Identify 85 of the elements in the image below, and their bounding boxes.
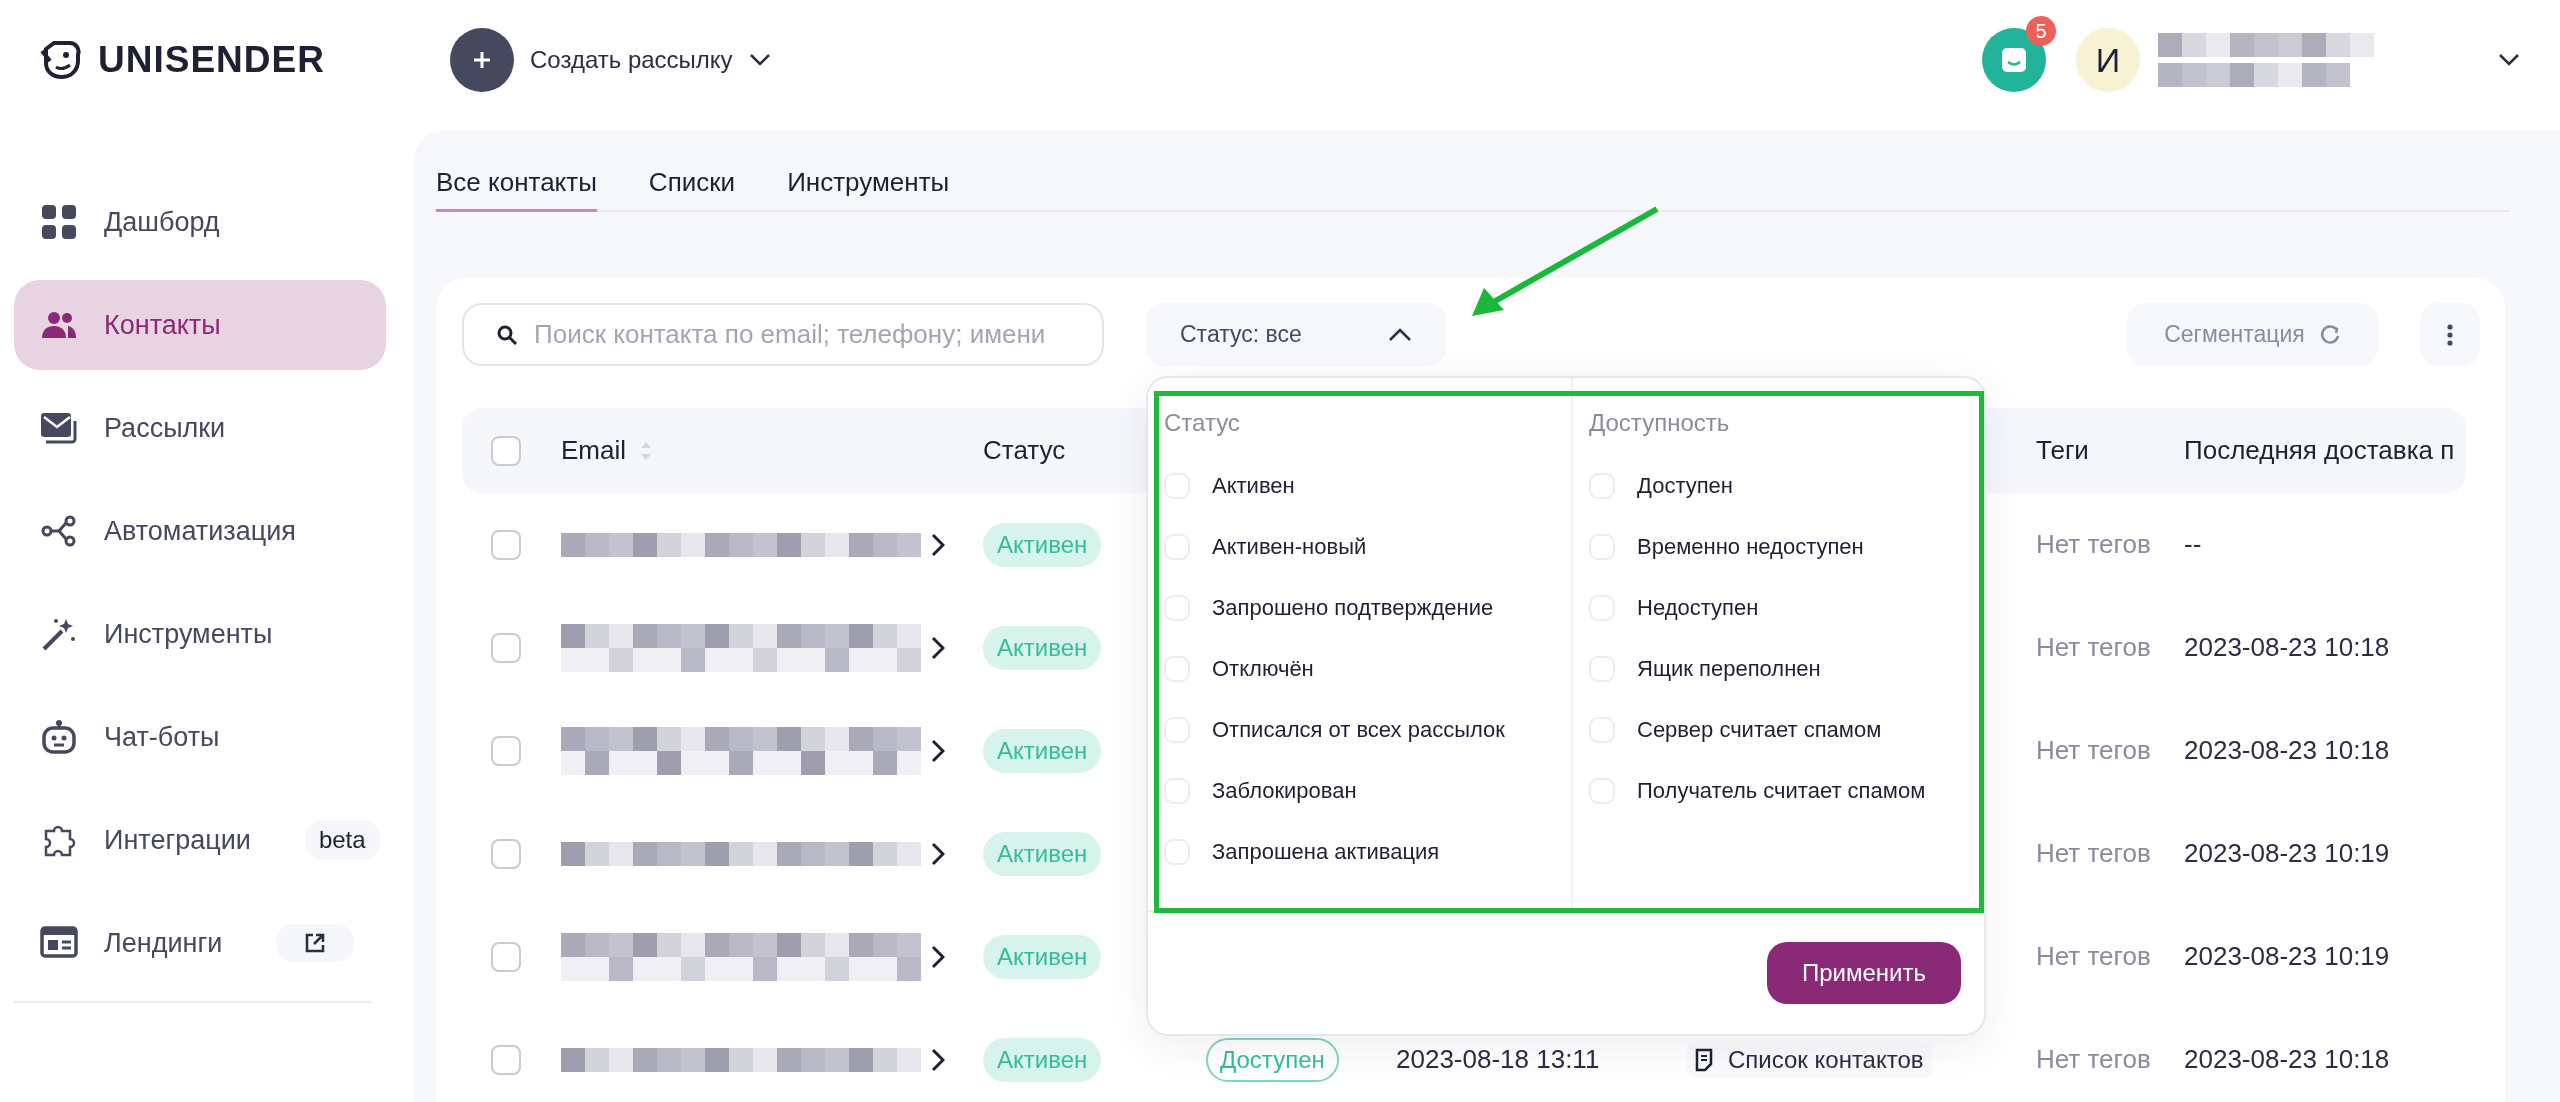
sidebar-item[interactable]: Автоматизация [14,486,386,576]
sidebar-item[interactable]: Лендинги [14,898,386,988]
search-field[interactable]: Поиск контакта по email; телефону; имени [462,303,1104,366]
option-label[interactable]: Запрошена активация [1212,838,1440,865]
sidebar-item[interactable]: Рассылки [14,383,386,473]
search-icon [496,324,518,346]
document-icon [1694,1047,1714,1072]
option-label[interactable]: Доступен [1637,472,1733,499]
logo-text: UNISENDER [98,39,325,81]
avatar[interactable]: И [2076,28,2140,92]
chevron-down-icon[interactable] [2498,53,2520,67]
option-label[interactable]: Недоступен [1637,594,1759,621]
group-title: Статус [1164,408,1241,438]
checkbox[interactable] [491,1044,521,1075]
table-cell: 2023-08-23 10:18 [2184,1044,2390,1075]
checkbox[interactable] [491,941,521,972]
group-title: Доступность [1589,408,1731,438]
external-link-icon [304,932,327,954]
option-label[interactable]: Активен [1212,472,1295,499]
table-cell: -- [2184,529,2202,560]
dog-logo-icon [40,39,82,81]
column-header[interactable]: Теги [2036,435,2089,466]
column-header[interactable]: Email [561,435,626,466]
table-cell: Нет тегов [2036,838,2151,869]
tab[interactable]: Все контакты [436,155,597,212]
column-header[interactable]: Статус [983,435,1066,466]
status-badge: Активен [983,522,1102,567]
table-cell: 2023-08-23 10:18 [2184,632,2390,663]
list-chip[interactable]: Список контактов [1686,1041,1932,1078]
chevron-down-icon [748,53,771,67]
table-cell: 2023-08-18 13:11 [1396,1044,1600,1075]
chevron-right-icon[interactable] [931,1047,945,1072]
checkbox[interactable] [491,632,521,663]
sidebar-item[interactable]: Контакты [14,280,386,370]
sidebar-item[interactable]: Инструменты [14,589,386,679]
option-label[interactable]: Временно недоступен [1637,533,1864,560]
option-label[interactable]: Запрошено подтверждение [1212,594,1494,621]
status-badge: Активен [983,625,1102,670]
table-cell: Нет тегов [2036,529,2151,560]
chat-icon [1999,45,2029,75]
option-label[interactable]: Отключён [1212,655,1314,682]
plus-button-icon[interactable] [450,28,514,92]
option-label[interactable]: Ящик переполнен [1637,655,1821,682]
chevron-right-icon[interactable] [931,944,945,969]
grid-icon [40,203,78,241]
table-cell: Нет тегов [2036,941,2151,972]
apply-button[interactable]: Применить [1767,942,1961,1004]
table-cell: Нет тегов [2036,735,2151,766]
checkbox[interactable] [491,735,521,766]
status-badge: Активен [983,728,1102,773]
table-cell: 2023-08-23 10:18 [2184,735,2390,766]
checkbox[interactable] [491,838,521,869]
chevron-right-icon[interactable] [931,738,945,763]
option-label[interactable]: Отписался от всех рассылок [1212,716,1505,743]
status-filter-dropdown[interactable]: Статус: все [1146,303,1446,366]
checkbox[interactable] [491,435,521,466]
more-button[interactable] [2420,303,2480,366]
sidebar-item[interactable]: Интеграции beta [14,795,386,885]
chevron-right-icon[interactable] [931,841,945,866]
chevron-right-icon[interactable] [931,635,945,660]
beta-badge: beta [304,820,380,860]
table-cell: Нет тегов [2036,632,2151,663]
notification-count: 5 [2026,16,2056,46]
tab[interactable]: Инструменты [787,155,950,212]
sidebar-item[interactable]: Чат-боты [14,692,386,782]
checkbox[interactable] [491,529,521,560]
chevron-up-icon [1388,327,1412,342]
option-label[interactable]: Получатель считает спамом [1637,777,1926,804]
table-cell: 2023-08-23 10:19 [2184,941,2390,972]
option-label[interactable]: Активен-новый [1212,533,1367,560]
chevron-right-icon[interactable] [931,532,945,557]
tab[interactable]: Списки [648,155,736,212]
option-label[interactable]: Заблокирован [1212,777,1357,804]
status-badge: Активен [983,934,1102,979]
robot-icon [40,718,78,756]
sidebar-item[interactable]: Дашборд [14,177,386,267]
table-cell: 2023-08-23 10:19 [2184,838,2390,869]
column-header[interactable]: Последняя доставка п [2184,435,2455,466]
refresh-icon [2318,323,2341,346]
option-label[interactable]: Сервер считает спамом [1637,716,1882,743]
status-badge: Активен [983,1037,1102,1082]
create-campaign-button[interactable]: Создать рассылку [530,38,771,82]
status-badge: Активен [983,831,1102,876]
table-cell: Нет тегов [2036,1044,2151,1075]
more-icon [2446,322,2454,347]
